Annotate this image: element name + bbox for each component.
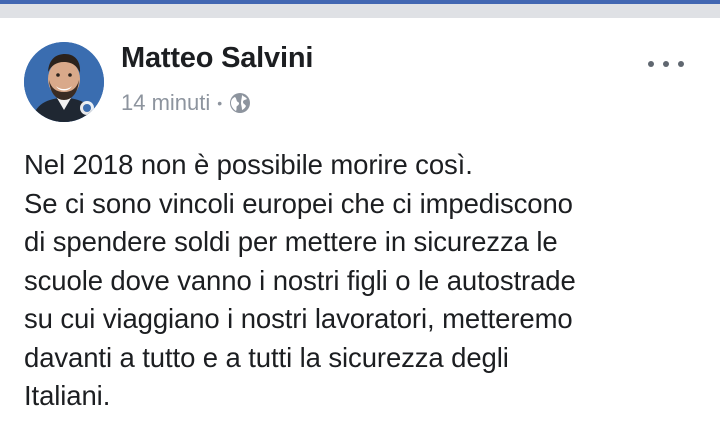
post-text-line: scuole dove vanno i nostri figli o le au… (24, 264, 576, 296)
post-card: Matteo Salvini 14 minuti • Nel 2018 non … (0, 18, 720, 435)
post-text-line: su cui viaggiano i nostri lavoratori, me… (24, 303, 573, 334)
author-name[interactable]: Matteo Salvini (121, 42, 313, 75)
globe-icon[interactable] (229, 92, 251, 114)
post-text-line: di spendere soldi per mettere in sicurez… (24, 226, 558, 257)
more-options-icon-dot (678, 61, 684, 67)
post-text-line: davanti a tutto e a tutti la sicurezza d… (24, 341, 509, 373)
post-text: Nel 2018 non è possibile morire così. Se… (24, 146, 704, 416)
more-options-icon-dot (663, 61, 669, 67)
post-meta: 14 minuti • (121, 88, 251, 118)
meta-separator: • (217, 95, 223, 111)
more-options-button[interactable] (648, 56, 684, 72)
post-text-line: Italiani. (24, 380, 111, 411)
post-text-line: Se ci sono vincoli europei che ci impedi… (24, 187, 573, 219)
app-frame: Matteo Salvini 14 minuti • Nel 2018 non … (0, 0, 720, 435)
feed-divider (0, 4, 720, 18)
post-text-line: Nel 2018 non è possibile morire così. (24, 149, 473, 180)
avatar-photo (24, 42, 104, 122)
more-options-icon (648, 61, 654, 67)
post-timestamp[interactable]: 14 minuti (121, 90, 210, 116)
avatar[interactable] (24, 42, 104, 122)
